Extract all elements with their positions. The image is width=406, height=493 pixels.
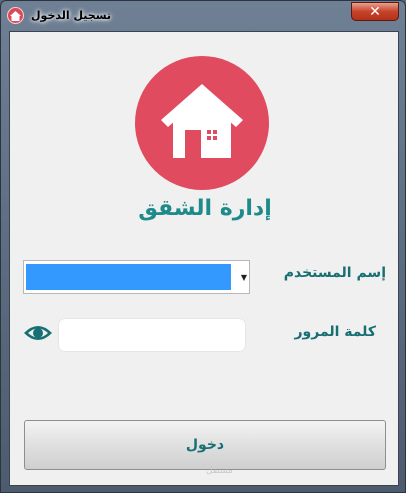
title-bar[interactable]: تسجيل الدخول ✕ [1, 1, 405, 31]
eye-icon[interactable] [23, 322, 53, 344]
login-window: تسجيل الدخول ✕ إدارة الشقق إسم المستخدم … [0, 0, 406, 493]
login-button[interactable]: دخول [24, 420, 386, 470]
username-selected-value [26, 264, 231, 290]
username-label: إسم المستخدم [283, 265, 386, 281]
app-title: إدارة الشقق [138, 196, 272, 221]
client-area: إدارة الشقق إسم المستخدم ▼ كلمة المرور د… [9, 31, 399, 486]
house-icon [7, 7, 24, 24]
password-label: كلمة المرور [294, 324, 376, 340]
logo [135, 56, 269, 190]
house-icon [161, 84, 243, 158]
username-dropdown[interactable]: ▼ [23, 260, 250, 294]
password-field[interactable] [58, 318, 246, 352]
watermark: مستقل [206, 466, 233, 476]
close-button[interactable]: ✕ [351, 2, 399, 21]
window-title: تسجيل الدخول [31, 9, 112, 22]
dropdown-arrow-icon[interactable]: ▼ [241, 273, 247, 282]
